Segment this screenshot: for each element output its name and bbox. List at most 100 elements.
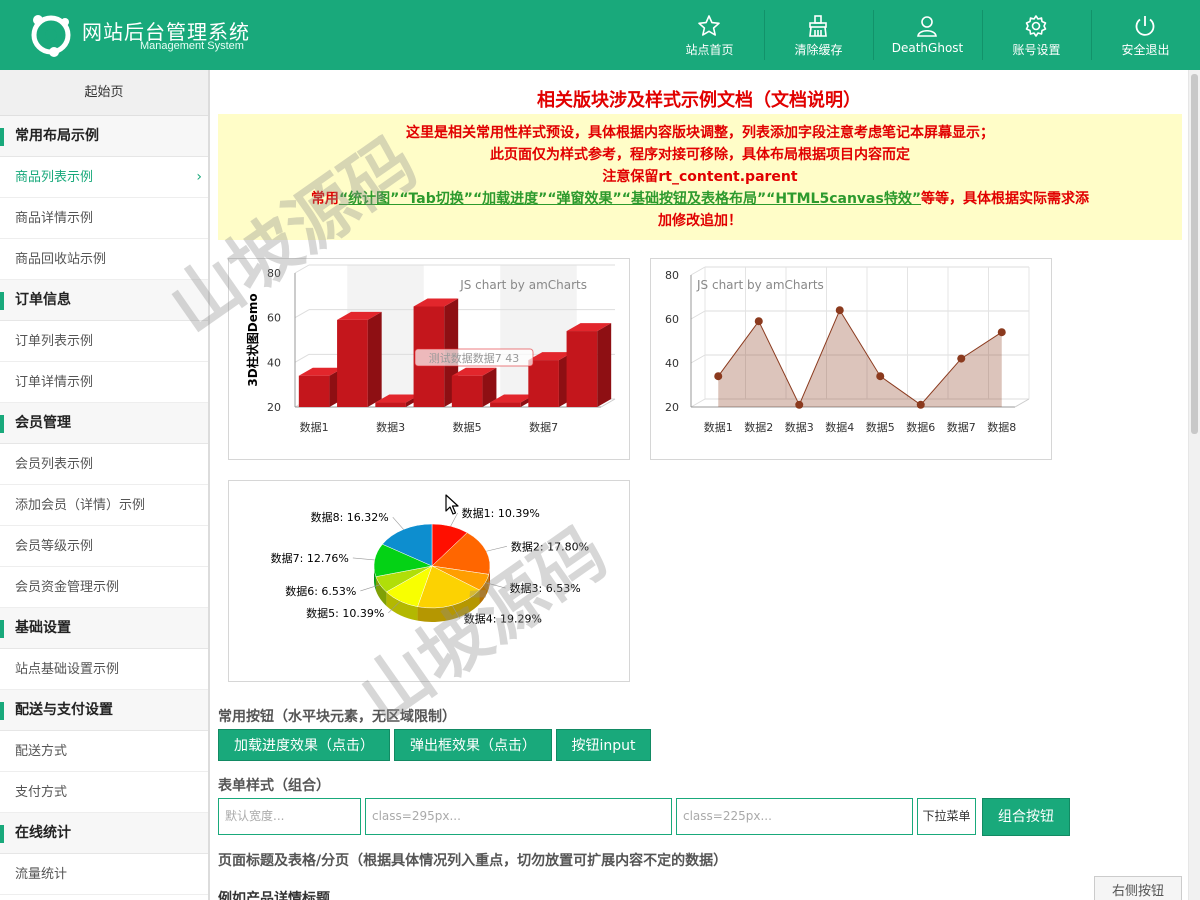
sidebar-item-payment[interactable]: 支付方式 [0, 772, 208, 813]
x-tick-label: 数据1 [704, 420, 733, 434]
notice-line: 这里是相关常用性样式预设，具体根据内容版块调整，列表添加字段注意考虑笔记本屏幕显… [406, 125, 994, 141]
grid-line [294, 309, 310, 319]
sidebar-group-delivery-payment[interactable]: 配送与支付设置 [0, 690, 208, 731]
notice-line: 注意保留rt_content.parent [602, 169, 798, 185]
x-tick-label: 数据6 [906, 420, 935, 434]
sidebar-item-traffic[interactable]: 流量统计 [0, 854, 208, 895]
data-point [876, 372, 885, 381]
sidebar-item-site-settings[interactable]: 站点基础设置示例 [0, 649, 208, 690]
bar [375, 402, 406, 407]
form-section-title: 表单样式（组合） [218, 778, 330, 794]
x-tick-label: 数据3 [376, 420, 405, 434]
x-tick-label: 数据7 [529, 420, 558, 434]
data-point [835, 306, 844, 315]
pie-label: 数据3: 6.53% [510, 581, 581, 595]
y-tick-label: 60 [267, 312, 281, 325]
bar [298, 375, 330, 407]
sidebar-item-product-recycle[interactable]: 商品回收站示例 [0, 239, 208, 280]
loading-progress-button[interactable]: 加载进度效果（点击） [218, 729, 390, 761]
sidebar-group-basic-settings[interactable]: 基础设置 [0, 608, 208, 649]
notice-line: 此页面仅为样式参考，程序对接可移除，具体布局根据项目内容而定 [490, 147, 910, 163]
y-tick-label: 80 [267, 267, 281, 280]
sidebar-item-label: 商品列表示例 [15, 170, 94, 185]
x-tick-label: 数据8 [987, 420, 1016, 434]
chevron-right-icon: › [196, 169, 202, 185]
grid-line [294, 353, 310, 363]
right-side-button[interactable]: 右侧按钮 [1094, 876, 1182, 900]
sidebar-item-order-list[interactable]: 订单列表示例 [0, 321, 208, 362]
pie-label: 数据2: 17.80% [511, 539, 589, 553]
popup-effect-button[interactable]: 弹出框效果（点击） [394, 729, 552, 761]
sidebar-item-delivery[interactable]: 配送方式 [0, 731, 208, 772]
grid-line [690, 398, 706, 408]
tooltip-text: 测试数据数据7 43 [429, 351, 520, 365]
x-tick-label: 数据1 [300, 420, 329, 434]
pie-label: 数据6: 6.53% [285, 584, 356, 598]
sidebar-item-member-level[interactable]: 会员等级示例 [0, 526, 208, 567]
y-tick-label: 20 [267, 401, 281, 414]
grid-line [690, 266, 706, 276]
product-detail-title: 例如产品详情标题 [218, 891, 330, 900]
notice-link[interactable]: “统计图”“Tab切换”“加载进度”“弹窗效果”“基础按钮及表格布局”“HTML… [339, 191, 921, 207]
bar-chart[interactable]: 20 40 60 80 JS chart by amCharts 3D柱状图Demo 数据1… [229, 259, 629, 459]
scrollbar-thumb[interactable] [1191, 74, 1198, 434]
grid-line [690, 310, 706, 320]
broom-icon [809, 15, 827, 37]
area-chart[interactable]: 20 40 60 80 JS chart by amCharts 数据1 数据2 数据3 数据4… [651, 259, 1051, 459]
power-icon [1135, 16, 1155, 36]
sidebar-item-product-list[interactable]: 商品列表示例 › [0, 157, 208, 198]
default-width-input[interactable]: 默认宽度... [218, 798, 361, 835]
pie-chart[interactable]: 数据1: 10.39% 数据2: 17.80% 数据3: 6.53% 数据4: 19.… [229, 481, 629, 681]
y-tick-label: 80 [665, 269, 679, 282]
sidebar-item-order-detail[interactable]: 订单详情示例 [0, 362, 208, 403]
data-point [714, 372, 723, 381]
y-tick-label: 20 [665, 401, 679, 414]
sidebar-item-member-list[interactable]: 会员列表示例 [0, 444, 208, 485]
data-point [916, 400, 925, 409]
buttons-section-title: 常用按钮（水平块元素，无区域限制） [218, 709, 456, 725]
x-tick-label: 数据5 [453, 420, 482, 434]
y-tick-label: 40 [267, 356, 281, 369]
logo-icon[interactable] [28, 12, 74, 58]
bar [337, 319, 368, 407]
sidebar-item-member-funds[interactable]: 会员资金管理示例 [0, 567, 208, 608]
x-axis-depth [1014, 398, 1030, 408]
sidebar-group-orders[interactable]: 订单信息 [0, 280, 208, 321]
y-tick-label: 60 [665, 313, 679, 326]
pie-label-line [486, 546, 507, 552]
data-point [957, 354, 966, 363]
bar [566, 331, 598, 407]
width-295-input[interactable]: class=295px... [365, 798, 672, 835]
notice-line: 加修改追加！ [658, 213, 742, 229]
dropdown-select[interactable]: 下拉菜单 [917, 798, 976, 835]
input-button[interactable]: 按钮input [556, 729, 651, 761]
sidebar-home-link[interactable]: 起始页 [0, 70, 208, 116]
nav-user[interactable]: DeathGhost [873, 0, 982, 70]
sidebar-group-layout[interactable]: 常用布局示例 [0, 116, 208, 157]
sidebar-item-add-member[interactable]: 添加会员（详情）示例 [0, 485, 208, 526]
nav-site-home[interactable]: 站点首页 [655, 0, 764, 70]
x-tick-label: 数据4 [825, 420, 854, 434]
top-header: 网站后台管理系统 Management System 站点首页 清除缓存 Dea… [0, 0, 1200, 70]
nav-logout[interactable]: 安全退出 [1091, 0, 1200, 70]
nav-clear-cache[interactable]: 清除缓存 [764, 0, 873, 70]
nav-label: 账号设置 [1012, 43, 1061, 57]
chart-credit: JS chart by amCharts [696, 278, 824, 292]
grid-line [690, 354, 706, 364]
nav-account-settings[interactable]: 账号设置 [982, 0, 1091, 70]
x-tick-label: 数据5 [866, 420, 895, 434]
y-tick-label: 40 [665, 357, 679, 370]
nav-label: 清除缓存 [794, 43, 843, 57]
grid-line [294, 264, 310, 274]
pie-label-line [392, 517, 404, 530]
notice-suffix: 等等，具体根据实际需求添 [921, 191, 1090, 207]
notice-line: 常用“统计图”“Tab切换”“加载进度”“弹窗效果”“基础按钮及表格布局”“HT… [218, 188, 1182, 210]
bar-chart-panel: 20 40 60 80 JS chart by amCharts 3D柱状图Demo 数据1… [228, 258, 630, 460]
sidebar-group-statistics[interactable]: 在线统计 [0, 813, 208, 854]
sidebar-group-members[interactable]: 会员管理 [0, 403, 208, 444]
combo-button[interactable]: 组合按钮 [982, 798, 1070, 836]
width-225-input[interactable]: class=225px... [676, 798, 913, 835]
sidebar-item-product-detail[interactable]: 商品详情示例 [0, 198, 208, 239]
main-scrollbar[interactable] [1188, 70, 1200, 900]
page-title: 相关版块涉及样式示例文档（文档说明） [537, 90, 861, 111]
